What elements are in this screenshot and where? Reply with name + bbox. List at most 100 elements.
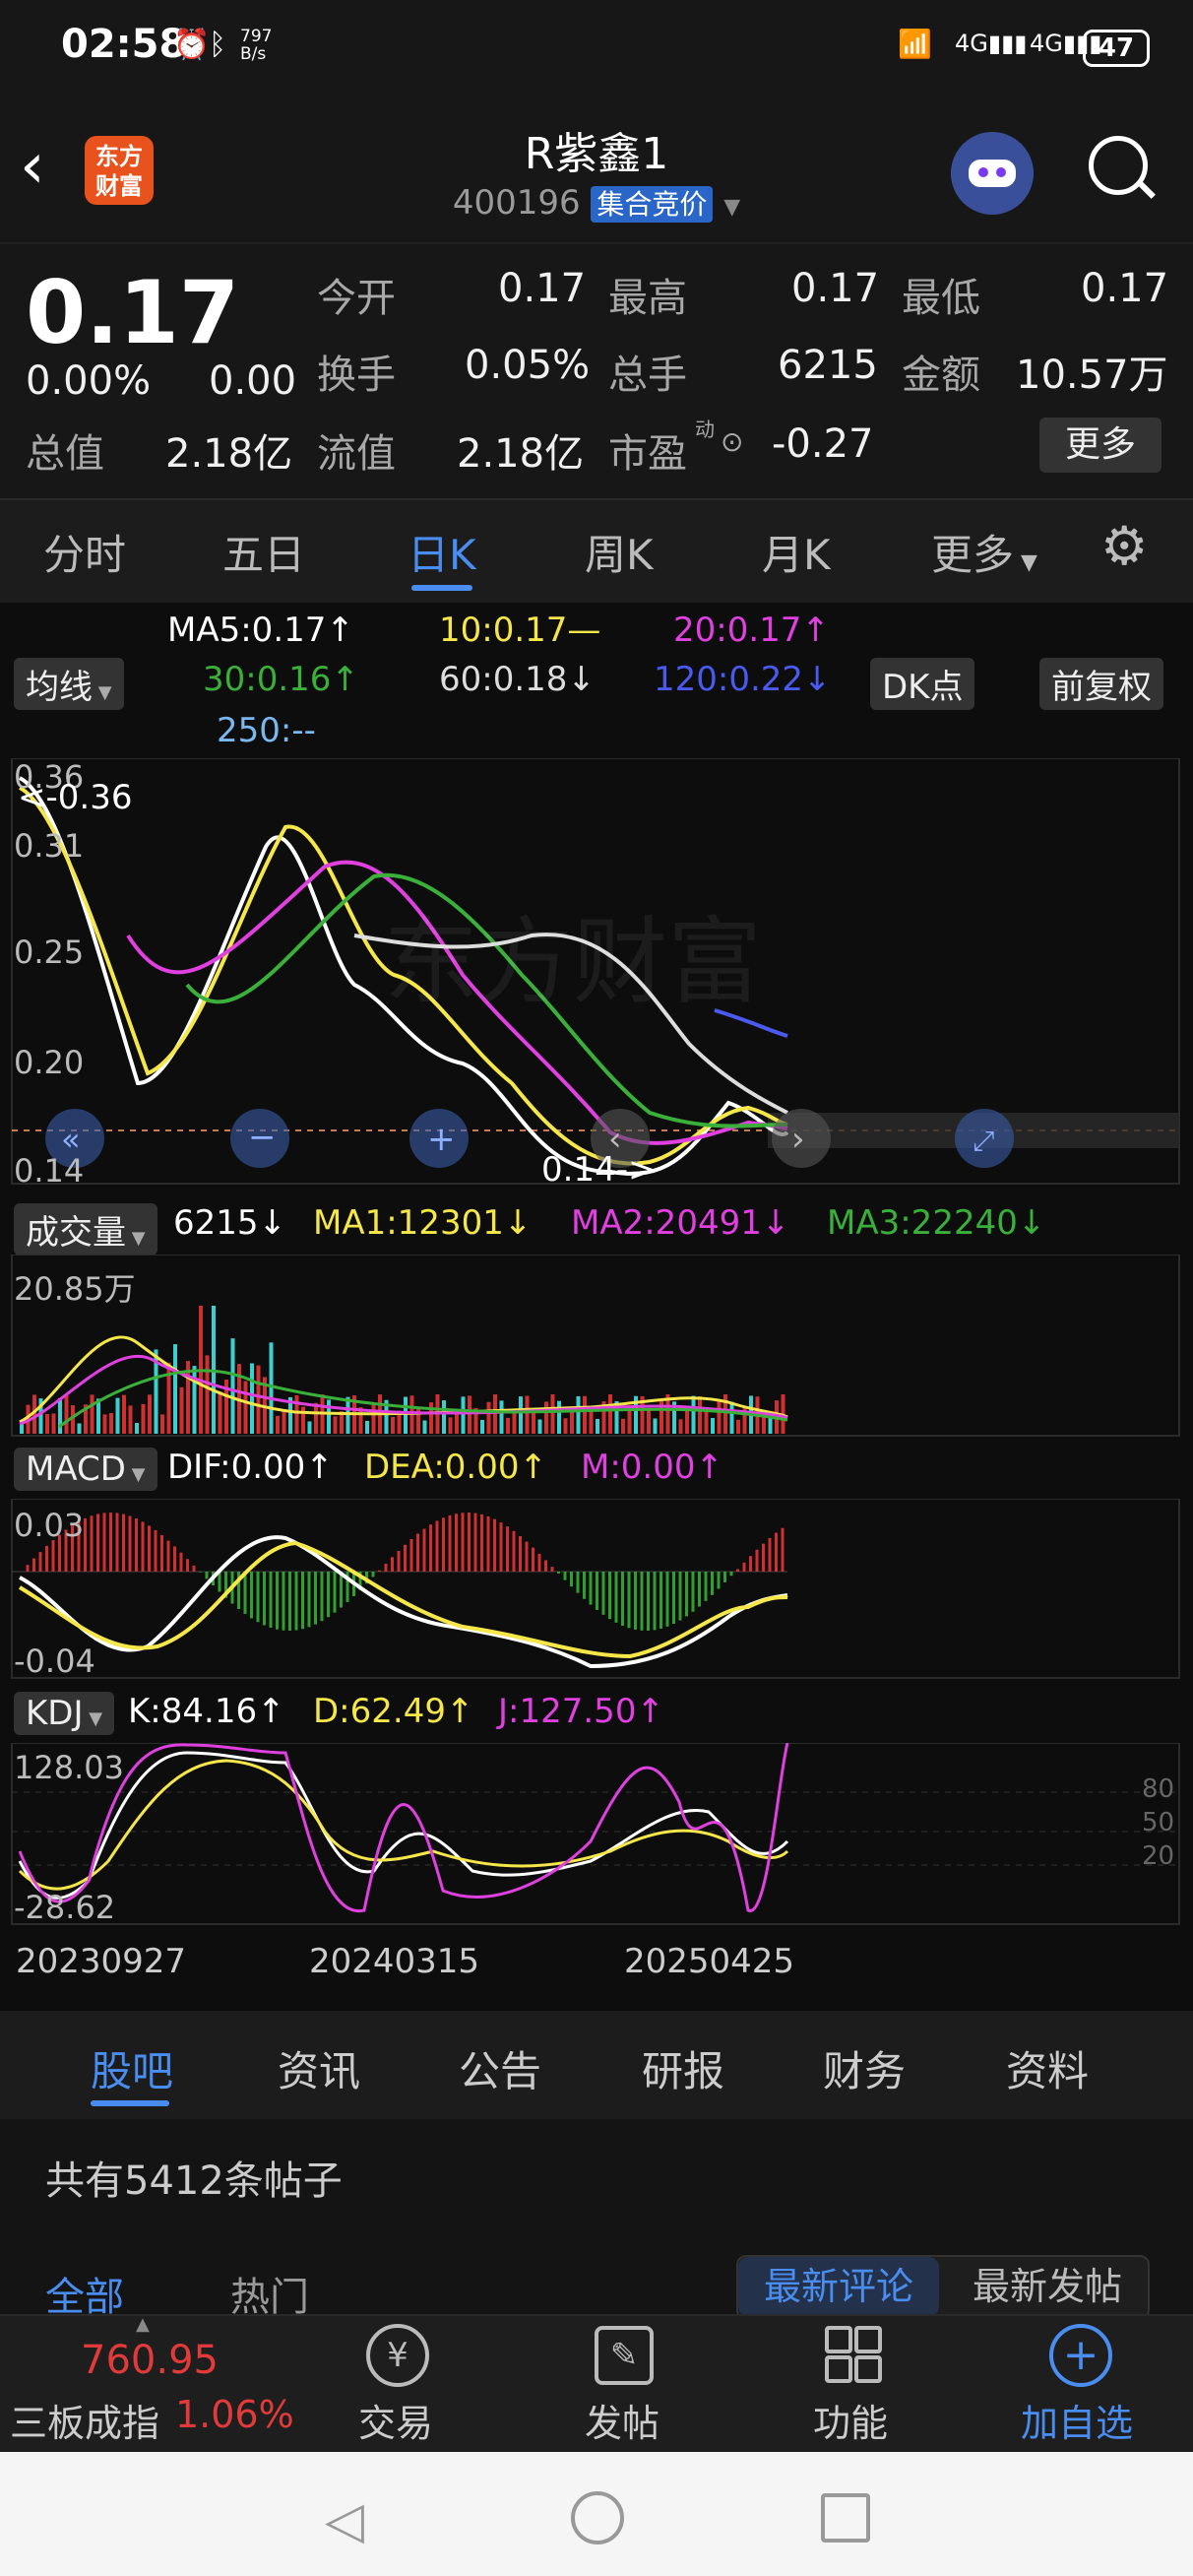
volume-selector[interactable]: 成交量 ▼ bbox=[14, 1203, 157, 1256]
ma5-legend: MA5:0.17↑ bbox=[167, 611, 354, 650]
nav-functions[interactable]: 功能 bbox=[772, 2393, 929, 2447]
nav-trade[interactable]: 交易 bbox=[317, 2393, 474, 2447]
auction-tag: 集合竞价 bbox=[591, 186, 714, 223]
volume-bar bbox=[442, 1400, 446, 1434]
high-label: 最高 bbox=[608, 276, 687, 321]
volume-bar bbox=[230, 1338, 235, 1434]
kdj-selector-label: KDJ bbox=[26, 1694, 84, 1733]
volume-bar bbox=[480, 1419, 484, 1434]
volume-bar bbox=[371, 1402, 376, 1434]
tab-guba[interactable]: 股吧 bbox=[91, 2038, 173, 2098]
volume-bar bbox=[717, 1400, 722, 1434]
macd-bar bbox=[282, 1572, 285, 1631]
macd-bar bbox=[109, 1513, 112, 1572]
kdj-k-legend: K:84.16↑ bbox=[128, 1692, 285, 1731]
caret-down-icon[interactable]: ▼ bbox=[723, 195, 740, 220]
grid-icon[interactable] bbox=[825, 2326, 882, 2383]
tab-news[interactable]: 资讯 bbox=[278, 2038, 360, 2098]
kdj-j-line bbox=[18, 1743, 789, 1913]
settings-gear-icon[interactable]: ⚙ bbox=[1100, 520, 1148, 573]
volume-bar bbox=[570, 1409, 574, 1434]
ma30-legend: 30:0.16↑ bbox=[203, 660, 359, 699]
macd-bar bbox=[371, 1572, 375, 1578]
sort-latest-comment[interactable]: 最新评论 bbox=[738, 2257, 939, 2316]
kdj-d-legend: D:62.49↑ bbox=[313, 1692, 474, 1731]
tab-five-day[interactable]: 五日 bbox=[222, 522, 305, 582]
ma-selector-label: 均线 bbox=[26, 668, 93, 707]
macd-bar bbox=[742, 1562, 746, 1572]
tab-daily-k[interactable]: 日K bbox=[408, 522, 476, 582]
nav-recents-icon[interactable] bbox=[821, 2493, 870, 2543]
index-change: 1.06% bbox=[175, 2393, 294, 2436]
macd-selector[interactable]: MACD ▼ bbox=[14, 1448, 157, 1491]
macd-bar bbox=[711, 1572, 714, 1595]
kdj-chart[interactable] bbox=[0, 1743, 1193, 1926]
macd-bar bbox=[416, 1533, 419, 1572]
tab-announcements[interactable]: 公告 bbox=[459, 2038, 541, 2098]
more-button[interactable]: 更多 bbox=[1039, 418, 1162, 473]
info-icon[interactable]: ⊙ bbox=[721, 425, 743, 458]
add-circle-icon[interactable]: + bbox=[1049, 2324, 1112, 2387]
kline-chart[interactable]: « − + ‹ › ⤢ 东方财富 bbox=[0, 758, 1193, 1191]
volume-bar bbox=[64, 1394, 69, 1434]
volume-bar bbox=[148, 1394, 152, 1434]
status-bar: 02:58 ⏰ ᛒ 797 B/s 📶 4G▮▮▮ 4G▮▮▮ 47 bbox=[0, 0, 1193, 98]
kdj-ymax: 128.03 bbox=[14, 1749, 124, 1786]
macd-bar bbox=[570, 1572, 573, 1587]
volume-bar bbox=[276, 1415, 280, 1434]
volume-bar bbox=[653, 1418, 658, 1434]
nav-home-icon[interactable] bbox=[571, 2491, 624, 2544]
float-label: 流值 bbox=[317, 431, 396, 477]
volume-bar bbox=[115, 1397, 120, 1434]
macd-bar bbox=[532, 1547, 534, 1572]
tab-finance[interactable]: 财务 bbox=[823, 2038, 906, 2098]
robot-assistant-icon[interactable] bbox=[951, 132, 1034, 215]
index-name[interactable]: 三板成指 bbox=[10, 2393, 159, 2447]
tab-monthly-k[interactable]: 月K bbox=[762, 522, 831, 582]
high-marker: <-0.36 bbox=[18, 778, 133, 817]
tab-profile[interactable]: 资料 bbox=[1006, 2038, 1089, 2098]
macd-bar bbox=[537, 1553, 541, 1572]
ma-selector[interactable]: 均线 ▼ bbox=[14, 658, 124, 710]
volume-chart[interactable] bbox=[0, 1255, 1193, 1438]
volume-label: 总手 bbox=[608, 353, 687, 398]
adjust-toggle[interactable]: 前复权 bbox=[1039, 658, 1163, 710]
nav-post[interactable]: 发帖 bbox=[543, 2393, 701, 2447]
kdj-k-line bbox=[18, 1751, 789, 1900]
tab-weekly-k[interactable]: 周K bbox=[585, 522, 654, 582]
macd-bar bbox=[762, 1543, 765, 1572]
volume-bar bbox=[128, 1405, 133, 1434]
volume-bar bbox=[327, 1399, 331, 1434]
macd-bar bbox=[250, 1572, 253, 1619]
kdj-selector[interactable]: KDJ ▼ bbox=[14, 1692, 115, 1735]
macd-bar bbox=[768, 1537, 772, 1572]
turnover-value: 0.05% bbox=[465, 343, 591, 388]
macd-bar bbox=[525, 1541, 529, 1572]
volume-bar bbox=[282, 1411, 286, 1434]
macd-bar bbox=[672, 1572, 675, 1625]
nav-back-icon[interactable]: ◁ bbox=[325, 2491, 364, 2550]
dk-point-toggle[interactable]: DK点 bbox=[870, 658, 975, 710]
macd-selector-label: MACD bbox=[26, 1449, 126, 1489]
edit-icon[interactable]: ✎ bbox=[595, 2326, 654, 2385]
sort-latest-post[interactable]: 最新发帖 bbox=[949, 2257, 1146, 2316]
ma120-legend: 120:0.22↓ bbox=[654, 660, 832, 699]
macd-bar bbox=[455, 1513, 458, 1572]
high-value: 0.17 bbox=[791, 266, 880, 311]
tab-intraday[interactable]: 分时 bbox=[43, 522, 126, 582]
volume-bar bbox=[250, 1363, 254, 1434]
volume-bar bbox=[506, 1417, 510, 1434]
macd-bar bbox=[173, 1546, 176, 1572]
macd-bar bbox=[678, 1572, 682, 1621]
trade-icon[interactable]: ¥ bbox=[366, 2324, 429, 2387]
macd-bar bbox=[135, 1518, 138, 1572]
nav-add-watchlist[interactable]: 加自选 bbox=[998, 2393, 1156, 2447]
y-axis-label-2: 0.31 bbox=[14, 827, 85, 865]
macd-chart[interactable] bbox=[0, 1499, 1193, 1680]
tab-research[interactable]: 研报 bbox=[642, 2038, 724, 2098]
y-axis-label-3: 0.25 bbox=[14, 934, 85, 971]
chevron-right-icon: › bbox=[791, 1120, 805, 1159]
search-icon[interactable] bbox=[1089, 136, 1156, 199]
tab-more[interactable]: 更多 ▼ bbox=[931, 522, 1037, 582]
macd-bar bbox=[90, 1515, 94, 1572]
